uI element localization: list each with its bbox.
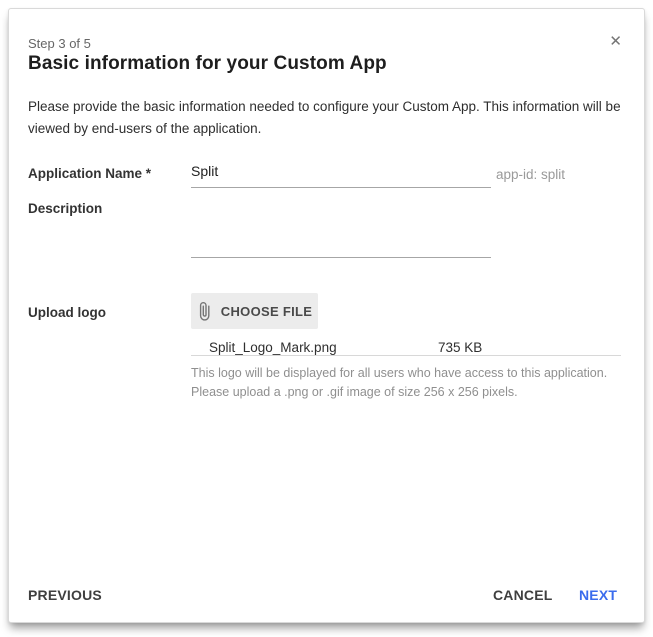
dialog-title: Basic information for your Custom App xyxy=(28,53,387,75)
application-name-label: Application Name * xyxy=(28,166,151,181)
upload-logo-helper-line2: Please upload a .png or .gif image of si… xyxy=(191,383,641,402)
previous-button[interactable]: PREVIOUS xyxy=(28,587,102,603)
upload-logo-helper-text: This logo will be displayed for all user… xyxy=(191,364,641,402)
dialog-description-line1: Please provide the basic information nee… xyxy=(28,96,636,118)
cancel-button[interactable]: CANCEL xyxy=(493,587,553,603)
paperclip-icon xyxy=(197,302,212,321)
next-button[interactable]: NEXT xyxy=(579,587,617,603)
close-icon[interactable]: ✕ xyxy=(609,34,622,49)
upload-logo-label: Upload logo xyxy=(28,305,106,320)
uploaded-file-size: 735 KB xyxy=(438,340,482,355)
choose-file-label: CHOOSE FILE xyxy=(221,304,312,319)
dialog-description-line2: viewed by end-users of the application. xyxy=(28,118,636,140)
app-id-hint: app-id: split xyxy=(496,167,565,182)
description-label: Description xyxy=(28,201,102,216)
step-indicator: Step 3 of 5 xyxy=(28,36,91,51)
choose-file-button[interactable]: CHOOSE FILE xyxy=(191,293,318,329)
application-name-input[interactable] xyxy=(191,160,491,188)
uploaded-file-name: Split_Logo_Mark.png xyxy=(209,340,337,355)
upload-logo-helper-line1: This logo will be displayed for all user… xyxy=(191,364,641,383)
custom-app-dialog: Step 3 of 5 ✕ Basic information for your… xyxy=(8,8,645,623)
file-row-divider xyxy=(191,355,621,356)
dialog-description: Please provide the basic information nee… xyxy=(28,96,636,139)
description-input[interactable] xyxy=(191,230,491,258)
